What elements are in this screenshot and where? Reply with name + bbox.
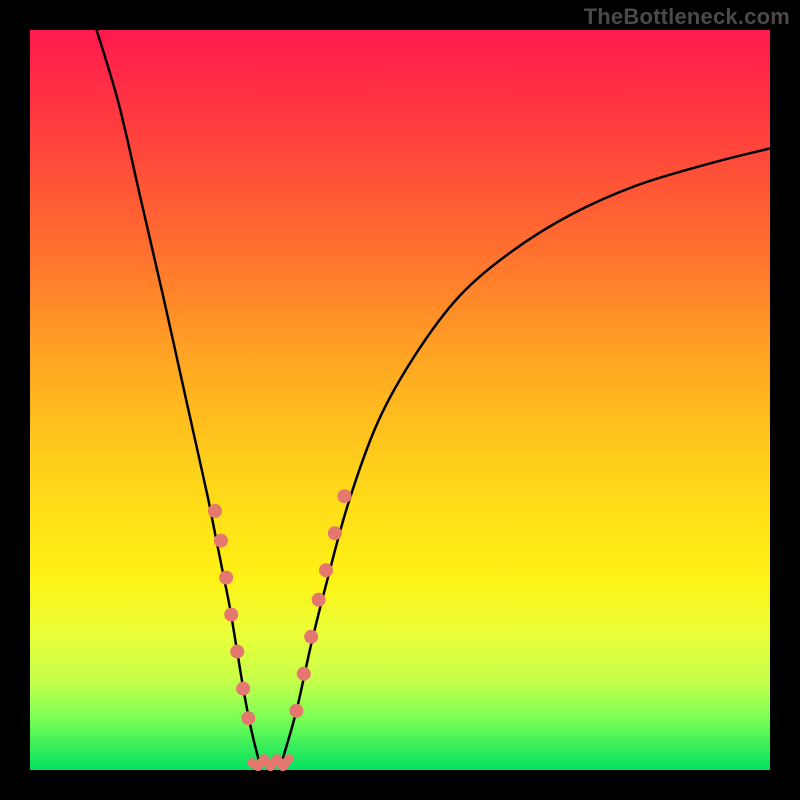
- right-curve: [282, 148, 770, 762]
- marker-left-0: [208, 504, 222, 518]
- marker-right-1: [297, 667, 311, 681]
- marker-right-4: [319, 563, 333, 577]
- marker-right-3: [312, 593, 326, 607]
- marker-left-6: [241, 711, 255, 725]
- marker-left-3: [224, 608, 238, 622]
- plot-area: [30, 30, 770, 770]
- marker-left-2: [219, 571, 233, 585]
- marker-left-1: [214, 534, 228, 548]
- marker-right-2: [304, 630, 318, 644]
- attribution-text: TheBottleneck.com: [584, 4, 790, 30]
- marker-right-5: [328, 526, 342, 540]
- marker-right-0: [289, 704, 303, 718]
- marker-left-4: [230, 645, 244, 659]
- chart-canvas: TheBottleneck.com: [0, 0, 800, 800]
- marker-left-5: [236, 682, 250, 696]
- marker-right-6: [338, 489, 352, 503]
- curve-layer: [30, 30, 770, 770]
